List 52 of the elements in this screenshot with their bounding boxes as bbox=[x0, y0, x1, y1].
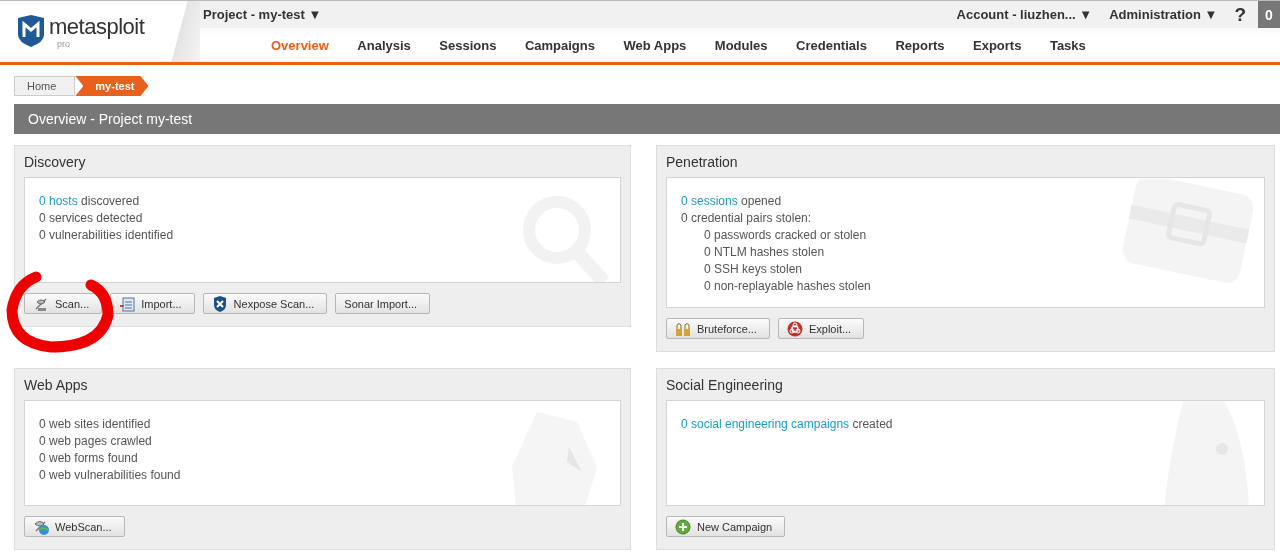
stat-line: 0 hosts discovered bbox=[39, 193, 141, 210]
nav-tab[interactable]: Modules bbox=[714, 37, 768, 53]
stat-line: 0 passwords cracked or stolen bbox=[703, 227, 868, 244]
logo-edition: pro bbox=[56, 39, 71, 49]
action-button[interactable]: Import... bbox=[110, 293, 195, 314]
dish-globe-icon bbox=[33, 518, 49, 535]
logo-wordmark: metasploit bbox=[49, 15, 145, 39]
panel-title: Social Engineering bbox=[666, 375, 784, 395]
action-button[interactable]: Sonar Import... bbox=[335, 293, 431, 314]
nav-tab[interactable]: Analysis bbox=[357, 37, 411, 53]
notification-count[interactable]: 0 bbox=[1258, 1, 1280, 28]
nav-tab[interactable]: Exports bbox=[973, 37, 1022, 53]
action-button[interactable]: Exploit... bbox=[777, 318, 865, 339]
stat-line: 0 web pages crawled bbox=[39, 433, 153, 450]
panel-title: Discovery bbox=[24, 152, 87, 172]
nav-tab[interactable]: Tasks bbox=[1049, 37, 1086, 53]
stat-line: 0 web forms found bbox=[39, 450, 139, 467]
shield-x-icon bbox=[211, 295, 228, 312]
stat-line: 0 NTLM hashes stolen bbox=[703, 244, 826, 261]
stat-line: 0 sessions opened bbox=[681, 193, 783, 210]
project-menu[interactable]: Project - my-test ▼ bbox=[203, 7, 322, 22]
action-button[interactable]: Scan... bbox=[24, 293, 103, 314]
action-button[interactable]: WebScan... bbox=[24, 516, 125, 537]
stat-line: 0 non-replayable hashes stolen bbox=[703, 278, 872, 295]
plus-circle-icon bbox=[675, 518, 691, 535]
account-menu[interactable]: Account - liuzhen... ▼ bbox=[956, 7, 1093, 22]
panel-title: Web Apps bbox=[24, 375, 89, 395]
nav-tab[interactable]: Reports bbox=[895, 37, 945, 53]
stat-line: 0 web vulnerabilities found bbox=[39, 467, 182, 484]
stat-line: 0 vulnerabilities identified bbox=[39, 227, 175, 244]
shield-logo-icon bbox=[16, 15, 46, 47]
nav-tab[interactable]: Sessions bbox=[439, 37, 497, 53]
nav-tab[interactable]: Web Apps bbox=[623, 37, 687, 53]
action-button[interactable]: New Campaign bbox=[666, 516, 786, 537]
stat-line: 0 web sites identified bbox=[39, 416, 152, 433]
page-title: Overview - Project my-test bbox=[14, 104, 1280, 134]
document-icon bbox=[119, 295, 136, 312]
biohazard-icon bbox=[786, 320, 803, 337]
panel-title: Penetration bbox=[666, 152, 739, 172]
nav-tab[interactable]: Credentials bbox=[796, 37, 867, 53]
stat-line: 0 credential pairs stolen: bbox=[681, 210, 813, 227]
administration-menu[interactable]: Administration ▼ bbox=[1109, 7, 1218, 22]
breadcrumb-item[interactable]: Home bbox=[14, 76, 76, 96]
nav-tab[interactable]: Campaigns bbox=[524, 37, 595, 53]
action-button[interactable]: Bruteforce... bbox=[666, 318, 770, 339]
help-link[interactable]: ? bbox=[1234, 3, 1246, 26]
stat-line: 0 services detected bbox=[39, 210, 144, 227]
action-button[interactable]: Nexpose Scan... bbox=[202, 293, 328, 314]
stat-line: 0 social engineering campaigns created bbox=[681, 416, 894, 433]
satellite-dish-icon bbox=[33, 295, 49, 312]
stat-line: 0 SSH keys stolen bbox=[703, 261, 804, 278]
padlocks-icon bbox=[675, 320, 691, 337]
